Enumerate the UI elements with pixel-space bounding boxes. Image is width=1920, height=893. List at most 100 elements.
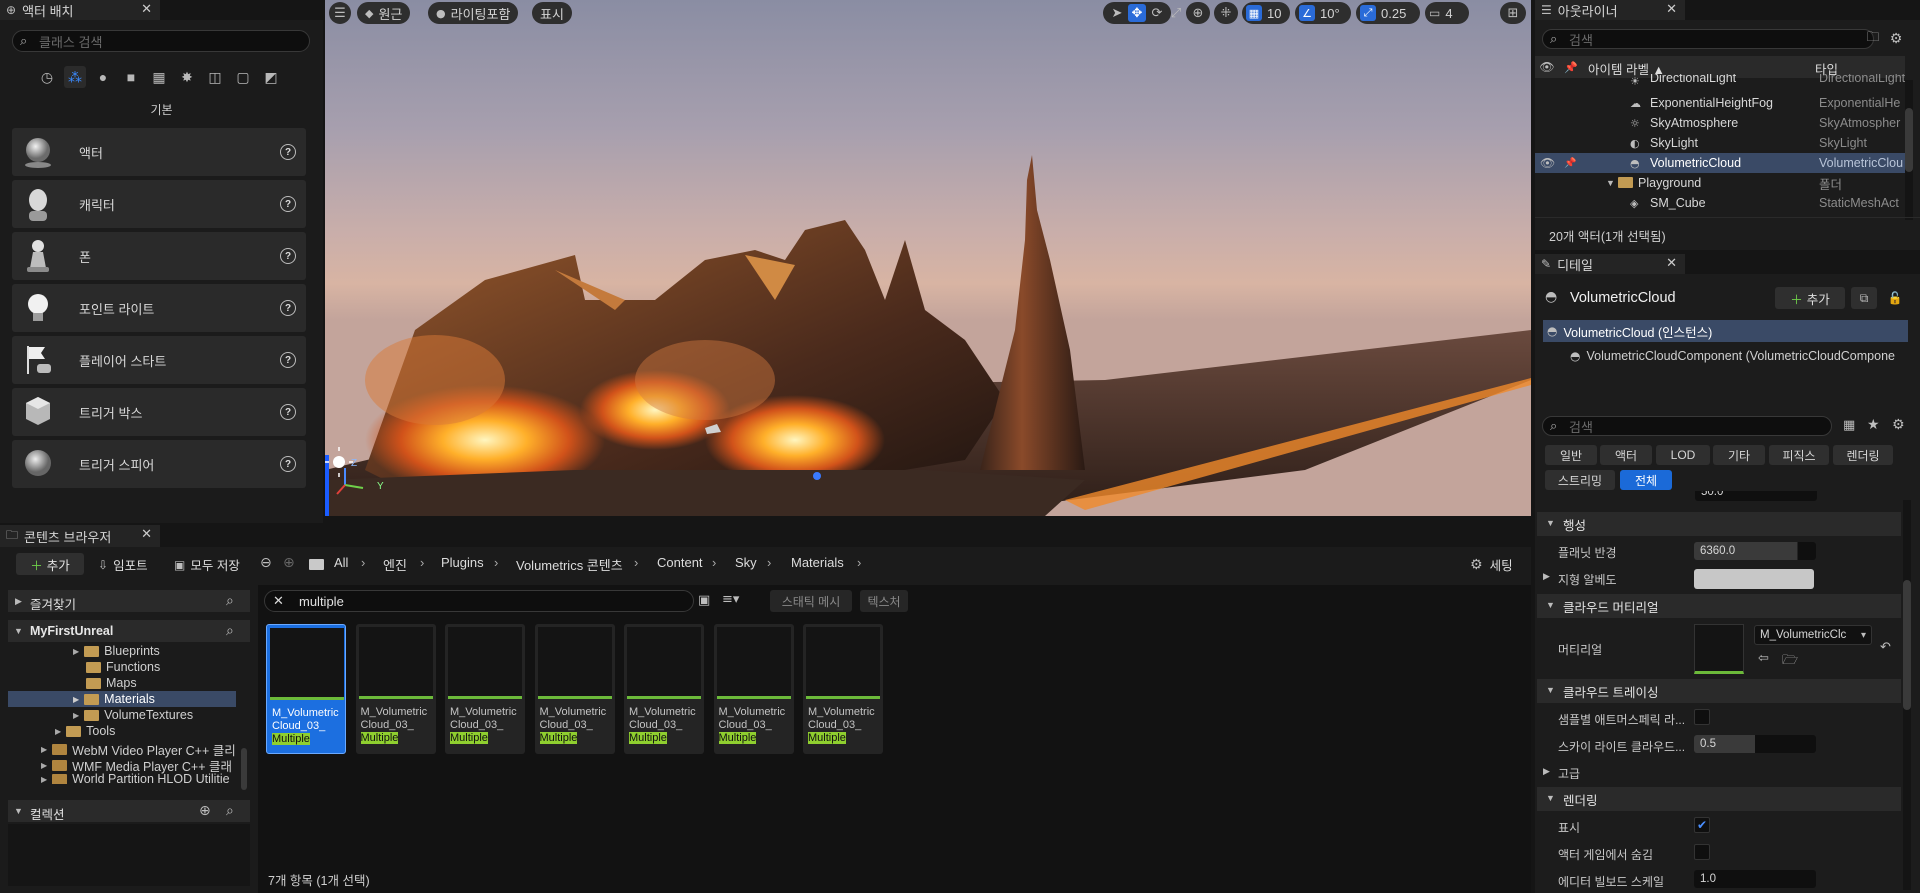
- outliner-row[interactable]: ◈ SM_Cube StaticMeshAct: [1537, 193, 1905, 213]
- import-button[interactable]: ⇩ 임포트: [98, 555, 148, 574]
- help-icon[interactable]: ?: [280, 248, 296, 264]
- scale-icon[interactable]: ⤢: [1167, 4, 1185, 22]
- tab-content-browser[interactable]: 🗀 콘텐츠 브라우저 ✕: [0, 525, 160, 547]
- tree-item[interactable]: Functions: [86, 660, 160, 674]
- filter-icon[interactable]: ≡▾: [722, 592, 739, 607]
- breadcrumb-item[interactable]: 엔진: [383, 555, 407, 574]
- place-item-trigger-sphere[interactable]: 트리거 스피어 ?: [12, 440, 306, 488]
- search-icon[interactable]: ⌕: [226, 623, 234, 639]
- asset-search-input[interactable]: ✕ multiple: [264, 590, 694, 612]
- filter-actor[interactable]: 액터: [1600, 445, 1652, 465]
- save-search-icon[interactable]: ▣: [698, 593, 710, 608]
- filter-misc[interactable]: 기타: [1713, 445, 1765, 465]
- cinematic-category-icon[interactable]: ▦: [148, 66, 170, 88]
- help-icon[interactable]: ?: [280, 144, 296, 160]
- settings-icon[interactable]: ⚙: [1887, 30, 1905, 48]
- lock-icon[interactable]: 🔓: [1884, 287, 1906, 309]
- translate-icon[interactable]: ✥: [1128, 4, 1146, 22]
- asset-tile[interactable]: M_Volumetric Cloud_03_ Multiple: [534, 624, 615, 754]
- search-icon[interactable]: ⌕: [226, 593, 234, 609]
- volumes-category-icon[interactable]: ◫: [204, 66, 226, 88]
- tree-item[interactable]: Maps: [86, 676, 137, 690]
- tree-item[interactable]: ▶ VolumeTextures: [73, 708, 193, 722]
- outliner-scrollbar[interactable]: [1905, 80, 1913, 220]
- billboard-scale-field[interactable]: 1.0: [1694, 870, 1816, 888]
- help-icon[interactable]: ?: [280, 300, 296, 316]
- hidden-in-game-checkbox[interactable]: [1694, 844, 1710, 860]
- expand-arrow-icon[interactable]: ▶: [1543, 766, 1550, 777]
- basic-category-icon[interactable]: ⁂: [64, 66, 86, 88]
- asset-tile[interactable]: M_Volumetric Cloud_03_ Multiple: [266, 624, 346, 754]
- filter-texture[interactable]: 텍스처: [860, 590, 908, 612]
- expand-arrow-icon[interactable]: ▶: [1543, 571, 1550, 582]
- asset-tile[interactable]: M_Volumetric Cloud_03_ Multiple: [355, 624, 436, 754]
- section-cloud-material[interactable]: ▼ 클라우드 머티리얼: [1537, 594, 1901, 618]
- close-icon[interactable]: ✕: [141, 526, 152, 542]
- tree-item-selected[interactable]: ▶ Materials: [8, 691, 236, 707]
- help-icon[interactable]: ?: [280, 352, 296, 368]
- filter-static-mesh[interactable]: 스태틱 메시: [770, 590, 852, 612]
- level-viewport[interactable]: Z Y ☰ ◆ 원근 ● 라이팅포함 표시 ➤ ✥ ⟳ ⤢ ⊕ ⁜ ▦ 10 ∠ 10°…: [325, 0, 1531, 516]
- breadcrumb-item[interactable]: Content: [657, 555, 703, 570]
- planet-radius-field[interactable]: 6360.0: [1694, 542, 1816, 560]
- scale-snap-button[interactable]: ⤢ 0.25: [1356, 2, 1420, 24]
- settings-icon[interactable]: ⚙: [1892, 417, 1905, 433]
- details-search-input[interactable]: ⌕ 검색: [1542, 416, 1832, 436]
- tab-place-actors[interactable]: ⊕ 액터 배치 ✕: [0, 0, 160, 20]
- filter-streaming[interactable]: 스트리밍: [1545, 470, 1615, 490]
- blueprint-icon[interactable]: ⧉: [1851, 287, 1877, 309]
- outliner-row[interactable]: ☁ ExponentialHeightFog ExponentialHe: [1537, 93, 1905, 113]
- show-button[interactable]: 표시: [532, 2, 572, 24]
- place-item-point-light[interactable]: 포인트 라이트 ?: [12, 284, 306, 332]
- asset-tile[interactable]: M_Volumetric Cloud_03_ Multiple: [445, 624, 525, 754]
- section-rendering[interactable]: ▼ 렌더링: [1537, 787, 1901, 811]
- tab-outliner[interactable]: ☰ 아웃라이너 ✕: [1535, 0, 1685, 20]
- breadcrumb-item[interactable]: Volumetrics 콘텐츠: [516, 555, 623, 574]
- lights-category-icon[interactable]: ●: [92, 66, 114, 88]
- outliner-row[interactable]: ☀ DirectionalLight DirectionalLight: [1537, 74, 1905, 88]
- outliner-row[interactable]: ◐ SkyLight SkyLight: [1537, 133, 1905, 153]
- help-icon[interactable]: ?: [280, 404, 296, 420]
- back-arrow-icon[interactable]: ⊖: [260, 555, 272, 571]
- tree-item[interactable]: ▶ World Partition HLOD Utilitie: [41, 772, 230, 784]
- material-dropdown[interactable]: M_VolumetricClc ▾: [1754, 625, 1872, 645]
- filter-rendering[interactable]: 렌더링: [1833, 445, 1893, 465]
- close-icon[interactable]: ✕: [1666, 1, 1677, 17]
- section-planet[interactable]: ▼ 행성: [1537, 512, 1901, 536]
- all-classes-category-icon[interactable]: ◩: [260, 66, 282, 88]
- add-component-button[interactable]: ＋ 추가: [1775, 287, 1845, 309]
- recent-category-icon[interactable]: ◷: [36, 66, 58, 88]
- outliner-row[interactable]: ☼ SkyAtmosphere SkyAtmospher: [1537, 113, 1905, 133]
- browse-arrow-icon[interactable]: ⇦: [1758, 651, 1769, 666]
- tab-details[interactable]: ✎ 디테일 ✕: [1535, 254, 1685, 274]
- table-view-icon[interactable]: ▦: [1843, 418, 1855, 433]
- breadcrumb-item[interactable]: All: [334, 555, 348, 570]
- sample-atmosphere-checkbox[interactable]: [1694, 709, 1710, 725]
- asset-tile[interactable]: M_Volumetric Cloud_03_ Multiple: [624, 624, 704, 754]
- forward-arrow-icon[interactable]: ⊕: [283, 555, 295, 571]
- settings-button[interactable]: ⚙ 세팅: [1470, 555, 1513, 574]
- breadcrumb-item[interactable]: Sky: [735, 555, 757, 570]
- ground-albedo-color-swatch[interactable]: [1694, 569, 1814, 589]
- eye-icon[interactable]: 👁: [1540, 156, 1555, 170]
- outliner-row[interactable]: ▼ Playground 폴더: [1537, 173, 1905, 193]
- viewport-menu-button[interactable]: ☰: [329, 2, 351, 24]
- section-cloud-tracing[interactable]: ▼ 클라우드 트레이싱: [1537, 679, 1901, 703]
- filter-physics[interactable]: 피직스: [1769, 445, 1829, 465]
- details-scrollbar[interactable]: [1903, 500, 1911, 890]
- component-instance-row[interactable]: ◓ VolumetricCloud (인스턴스): [1543, 320, 1908, 342]
- expand-arrow-icon[interactable]: ▼: [1606, 178, 1615, 188]
- place-item-player-start[interactable]: 플레이어 스타트 ?: [12, 336, 306, 384]
- classes-category-icon[interactable]: ▢: [232, 66, 254, 88]
- add-collection-icon[interactable]: ⊕: [199, 803, 211, 819]
- breadcrumb-item[interactable]: Plugins: [441, 555, 484, 570]
- select-icon[interactable]: ➤: [1108, 4, 1126, 22]
- rotation-snap-button[interactable]: ∠ 10°: [1295, 2, 1351, 24]
- material-thumbnail[interactable]: [1694, 624, 1744, 674]
- filter-general[interactable]: 일반: [1545, 445, 1597, 465]
- help-icon[interactable]: ?: [280, 456, 296, 472]
- star-icon[interactable]: ★: [1867, 417, 1880, 433]
- rotate-icon[interactable]: ⟳: [1148, 4, 1166, 22]
- place-item-actor[interactable]: 액터 ?: [12, 128, 306, 176]
- outliner-row-selected[interactable]: 👁 📌 ◓ VolumetricCloud VolumetricClou: [1535, 153, 1905, 173]
